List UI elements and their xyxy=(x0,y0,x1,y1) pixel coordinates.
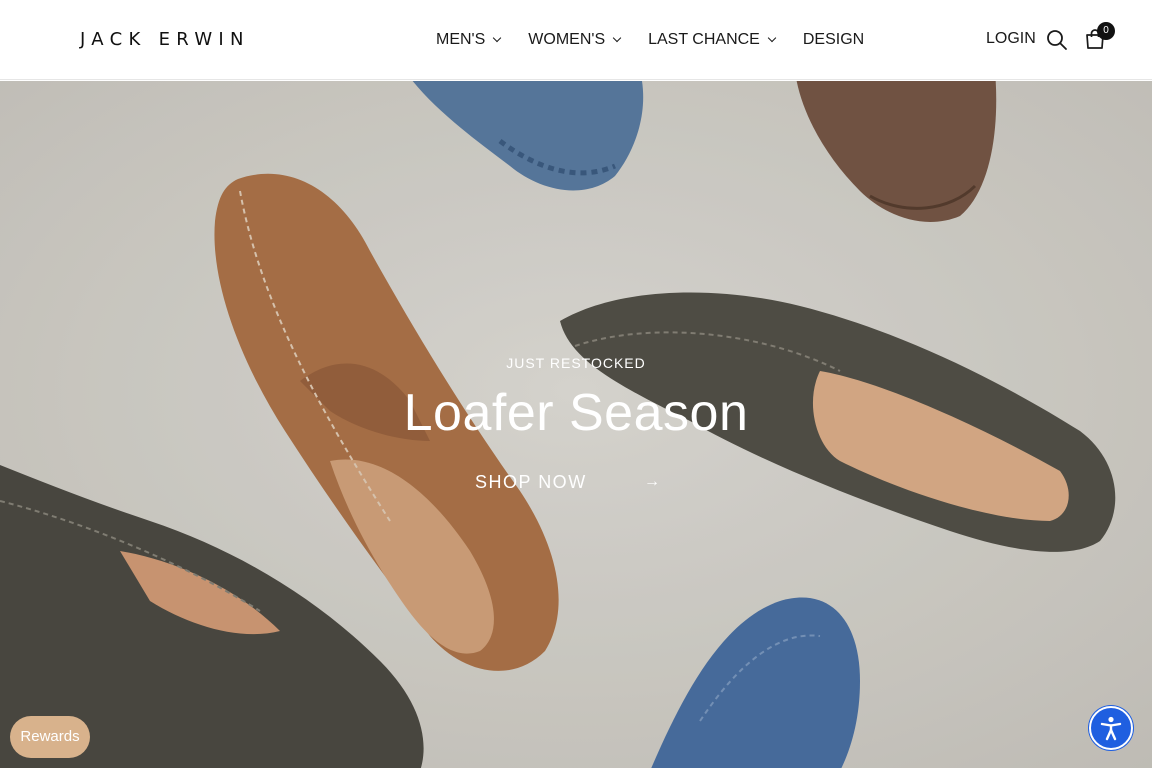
nav-item-mens[interactable]: MEN'S xyxy=(436,31,502,49)
search-icon[interactable] xyxy=(1046,29,1068,51)
hero-banner[interactable]: JUST RESTOCKED Loafer Season SHOP NOW → xyxy=(0,81,1152,768)
brand-logo[interactable]: JACK ERWIN xyxy=(80,29,250,50)
rewards-button[interactable]: Rewards xyxy=(10,716,90,758)
login-link[interactable]: LOGIN xyxy=(986,30,1036,48)
arrow-right-icon: → xyxy=(644,473,660,490)
nav-item-label: DESIGN xyxy=(802,31,865,48)
chevron-down-icon xyxy=(493,33,502,43)
site-header: JACK ERWIN MEN'S WOMEN'S LAST CHANCE DES… xyxy=(0,0,1152,80)
nav-item-label: MEN'S xyxy=(436,31,486,48)
nav-item-label: LAST CHANCE xyxy=(648,31,760,48)
main-nav: MEN'S WOMEN'S LAST CHANCE DESIGN xyxy=(436,28,864,52)
cart-count-badge[interactable]: 0 xyxy=(1097,22,1115,40)
shop-now-label: SHOP NOW xyxy=(475,471,587,492)
chevron-down-icon xyxy=(612,33,622,43)
nav-item-design[interactable]: DESIGN xyxy=(803,31,864,49)
nav-item-last-chance[interactable]: LAST CHANCE xyxy=(648,31,777,49)
hero-title: Loafer Season xyxy=(403,384,749,442)
nav-item-label: WOMEN'S xyxy=(528,31,606,48)
chevron-down-icon xyxy=(767,33,777,43)
nav-item-womens[interactable]: WOMEN'S xyxy=(528,31,622,49)
accessibility-icon[interactable] xyxy=(1089,706,1133,750)
shop-now-button[interactable]: SHOP NOW → xyxy=(475,470,660,494)
hero-eyebrow: JUST RESTOCKED xyxy=(506,355,646,371)
